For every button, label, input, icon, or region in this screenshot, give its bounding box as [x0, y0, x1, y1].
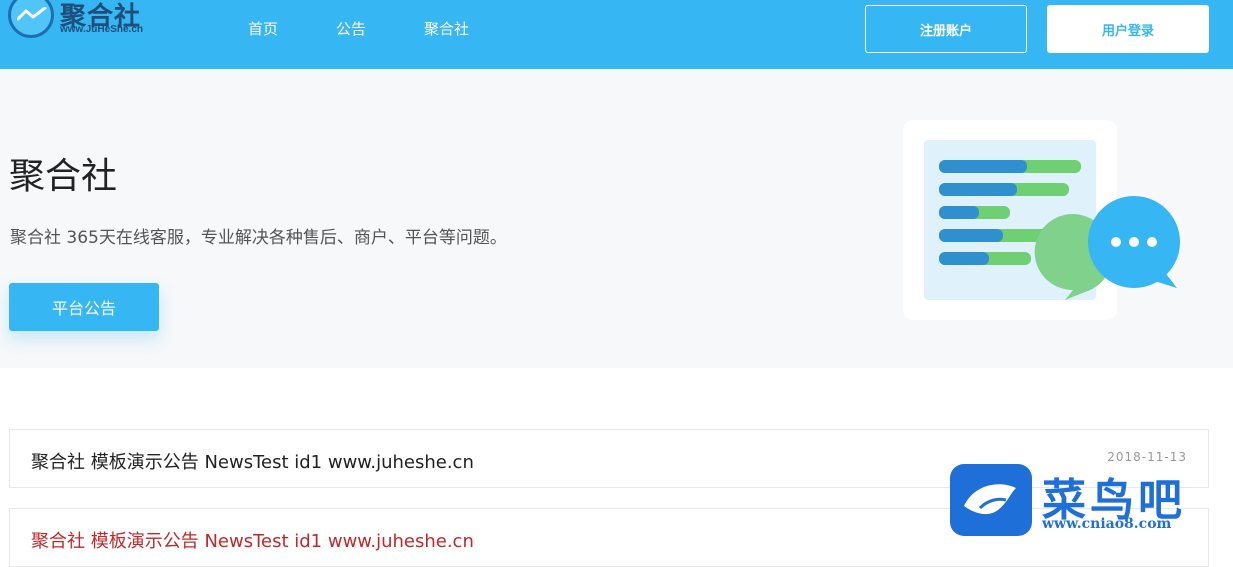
register-button[interactable]: 注册账户 [865, 5, 1027, 53]
top-navbar: 聚合社 www.JuHeShe.cn 首页 公告 聚合社 注册账户 用户登录 [0, 0, 1233, 69]
logo-subtext: www.JuHeShe.cn [60, 24, 143, 35]
nav-announcements[interactable]: 公告 [336, 19, 366, 39]
nav-juheshe[interactable]: 聚合社 [424, 19, 469, 39]
platform-announcement-button[interactable]: 平台公告 [9, 283, 159, 331]
login-button[interactable]: 用户登录 [1047, 5, 1209, 53]
nav-home[interactable]: 首页 [248, 19, 278, 39]
watermark-url: www.cniao8.com [1042, 516, 1172, 532]
main-nav: 首页 公告 聚合社 [248, 19, 527, 39]
bird-icon [950, 464, 1032, 536]
hero-description: 聚合社 365天在线客服，专业解决各种售后、商户、平台等问题。 [10, 228, 507, 248]
chat-report-illustration [903, 120, 1180, 320]
hero-title: 聚合社 [9, 156, 118, 197]
news-title[interactable]: 聚合社 模板演示公告 NewsTest id1 www.juheshe.cn [31, 527, 474, 553]
logo-icon [8, 0, 54, 38]
watermark-logo: 菜鸟吧 www.cniao8.com [938, 458, 1233, 548]
site-logo[interactable]: 聚合社 www.JuHeShe.cn [8, 0, 178, 42]
hero-section: 聚合社 聚合社 365天在线客服，专业解决各种售后、商户、平台等问题。 平台公告 [0, 69, 1233, 368]
news-title[interactable]: 聚合社 模板演示公告 NewsTest id1 www.juheshe.cn [31, 448, 474, 474]
